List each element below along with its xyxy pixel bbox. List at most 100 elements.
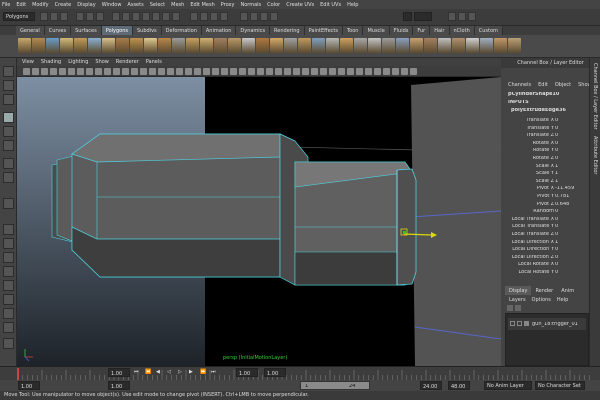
anim-layer-dropdown[interactable]: No Anim Layer	[484, 381, 532, 390]
channel-label[interactable]: Pivot Y	[537, 194, 554, 199]
shelf-tool-icon[interactable]	[438, 38, 451, 53]
channel-menu-edit[interactable]: Edit	[538, 82, 548, 88]
viewport-tool-icon[interactable]	[248, 68, 255, 75]
outliner-layout-icon[interactable]	[3, 280, 14, 291]
channel-label[interactable]: Translate X	[526, 118, 554, 123]
channel-value[interactable]: 0	[555, 133, 558, 138]
viewport-tool-icon[interactable]	[140, 68, 147, 75]
channel-label[interactable]: Local Rotate X	[518, 262, 554, 267]
viewport-tool-icon[interactable]	[392, 68, 399, 75]
viewport-tool-icon[interactable]	[203, 68, 210, 75]
shelf-tool-icon[interactable]	[200, 38, 213, 53]
step-back-frame-icon[interactable]: ◀	[156, 369, 160, 375]
channel-value[interactable]: 0	[555, 141, 558, 146]
paint-select-tool-icon[interactable]	[3, 94, 14, 105]
layer-item[interactable]: gun_18:trigger_01	[508, 318, 586, 330]
shelf-tool-icon[interactable]	[298, 38, 311, 53]
shelf-tab-animation[interactable]: Animation	[201, 26, 237, 35]
perspective-viewport[interactable]: persp (InitialMotionLayer)	[17, 77, 501, 366]
step-back-key-icon[interactable]: ⏪	[145, 369, 151, 375]
channel-label[interactable]: Local Direction Z	[512, 255, 554, 260]
scale-tool-icon[interactable]	[3, 140, 14, 151]
channel-value[interactable]: 0.781	[555, 194, 569, 199]
channel-value[interactable]: 0	[555, 270, 558, 275]
menu-window[interactable]: Window	[102, 2, 122, 8]
tab-anim[interactable]: Anim	[557, 286, 578, 295]
viewport-tool-icon[interactable]	[176, 68, 183, 75]
menu-modify[interactable]: Modify	[32, 2, 49, 8]
channel-label[interactable]: Local Direction X	[512, 240, 554, 245]
viewport-tool-icon[interactable]	[77, 68, 84, 75]
mask-curves-icon[interactable]	[132, 12, 140, 21]
channel-label[interactable]: Local Rotate Y	[518, 270, 554, 275]
viewport-tool-icon[interactable]	[320, 68, 327, 75]
mask-rendering-icon[interactable]	[172, 12, 180, 21]
viewport-tool-icon[interactable]	[194, 68, 201, 75]
attribute-editor-side-tab[interactable]: Attribute Editor	[592, 136, 598, 174]
viewport-tool-icon[interactable]	[23, 68, 30, 75]
channel-label[interactable]: Rotate Y	[533, 148, 554, 153]
menu-help[interactable]: Help	[347, 2, 358, 8]
shelf-tool-icon[interactable]	[242, 38, 255, 53]
move-tool-icon[interactable]	[3, 112, 14, 123]
shelf-tool-icon[interactable]	[88, 38, 101, 53]
shelf-tool-icon[interactable]	[74, 38, 87, 53]
character-set-dropdown[interactable]: No Character Set	[535, 381, 585, 390]
viewport-tool-icon[interactable]	[266, 68, 273, 75]
channel-label[interactable]: Pivot X	[537, 186, 554, 191]
shelf-tool-icon[interactable]	[508, 38, 521, 53]
menu-mesh[interactable]: Mesh	[171, 2, 184, 8]
menu-file[interactable]: File	[2, 2, 10, 8]
step-forward-frame-icon[interactable]: ▶	[189, 369, 193, 375]
channel-box-side-tab[interactable]: Channel Box / Layer Editor	[592, 63, 598, 130]
shelf-tool-icon[interactable]	[284, 38, 297, 53]
channel-label[interactable]: Rotate Z	[533, 156, 554, 161]
viewport-tool-icon[interactable]	[239, 68, 246, 75]
rotate-tool-icon[interactable]	[3, 126, 14, 137]
attribute-editor-toggle-icon[interactable]	[458, 12, 466, 21]
channel-value[interactable]: 0	[555, 148, 558, 153]
save-scene-icon[interactable]	[60, 12, 68, 21]
playback-start-field[interactable]: 1.00	[108, 381, 130, 390]
shelf-tab-ncloth[interactable]: nCloth	[449, 26, 475, 35]
shelf-tool-icon[interactable]	[186, 38, 199, 53]
tab-render[interactable]: Render	[531, 286, 557, 295]
viewport-tool-icon[interactable]	[410, 68, 417, 75]
viewport-tool-icon[interactable]	[212, 68, 219, 75]
shelf-tool-icon[interactable]	[354, 38, 367, 53]
shelf-tab-muscle[interactable]: Muscle	[363, 26, 390, 35]
new-layer-icon[interactable]	[507, 305, 513, 311]
shelf-tool-icon[interactable]	[46, 38, 59, 53]
viewport-menu-renderer[interactable]: Renderer	[116, 59, 139, 65]
viewport-menu-view[interactable]: View	[22, 59, 34, 65]
input-mode-toggle[interactable]	[403, 12, 412, 21]
shelf-tab-curves[interactable]: Curves	[44, 26, 72, 35]
viewport-tool-icon[interactable]	[86, 68, 93, 75]
four-pane-layout-icon[interactable]	[3, 238, 14, 249]
open-scene-icon[interactable]	[50, 12, 58, 21]
menu-create[interactable]: Create	[55, 2, 72, 8]
tab-display[interactable]: Display	[505, 286, 532, 295]
viewport-tool-icon[interactable]	[284, 68, 291, 75]
layers-menu[interactable]: Layers	[509, 297, 526, 303]
start-time-field[interactable]: 1.00	[18, 381, 40, 390]
layer-color-swatch[interactable]	[524, 321, 529, 326]
viewport-tool-icon[interactable]	[347, 68, 354, 75]
viewport-tool-icon[interactable]	[104, 68, 111, 75]
shelf-tab-toon[interactable]: Toon	[342, 26, 364, 35]
visibility-toggle[interactable]	[510, 321, 515, 326]
viewport-tool-icon[interactable]	[293, 68, 300, 75]
lasso-tool-icon[interactable]	[3, 80, 14, 91]
shelf-tool-icon[interactable]	[60, 38, 73, 53]
shelf-tool-icon[interactable]	[494, 38, 507, 53]
channel-value[interactable]: 0	[555, 224, 558, 229]
channel-label[interactable]: Local Translate Y	[512, 224, 554, 229]
shelf-tab-painteffects[interactable]: PaintEffects	[304, 26, 343, 35]
end-time-field[interactable]: 48.00	[448, 381, 470, 390]
ipr-render-icon[interactable]	[260, 12, 268, 21]
shelf-tool-icon[interactable]	[312, 38, 325, 53]
menu-normals[interactable]: Normals	[240, 2, 261, 8]
menu-edit-uvs[interactable]: Edit UVs	[320, 2, 341, 8]
shelf-tool-icon[interactable]	[340, 38, 353, 53]
channel-label[interactable]: Translate Z	[526, 133, 554, 138]
